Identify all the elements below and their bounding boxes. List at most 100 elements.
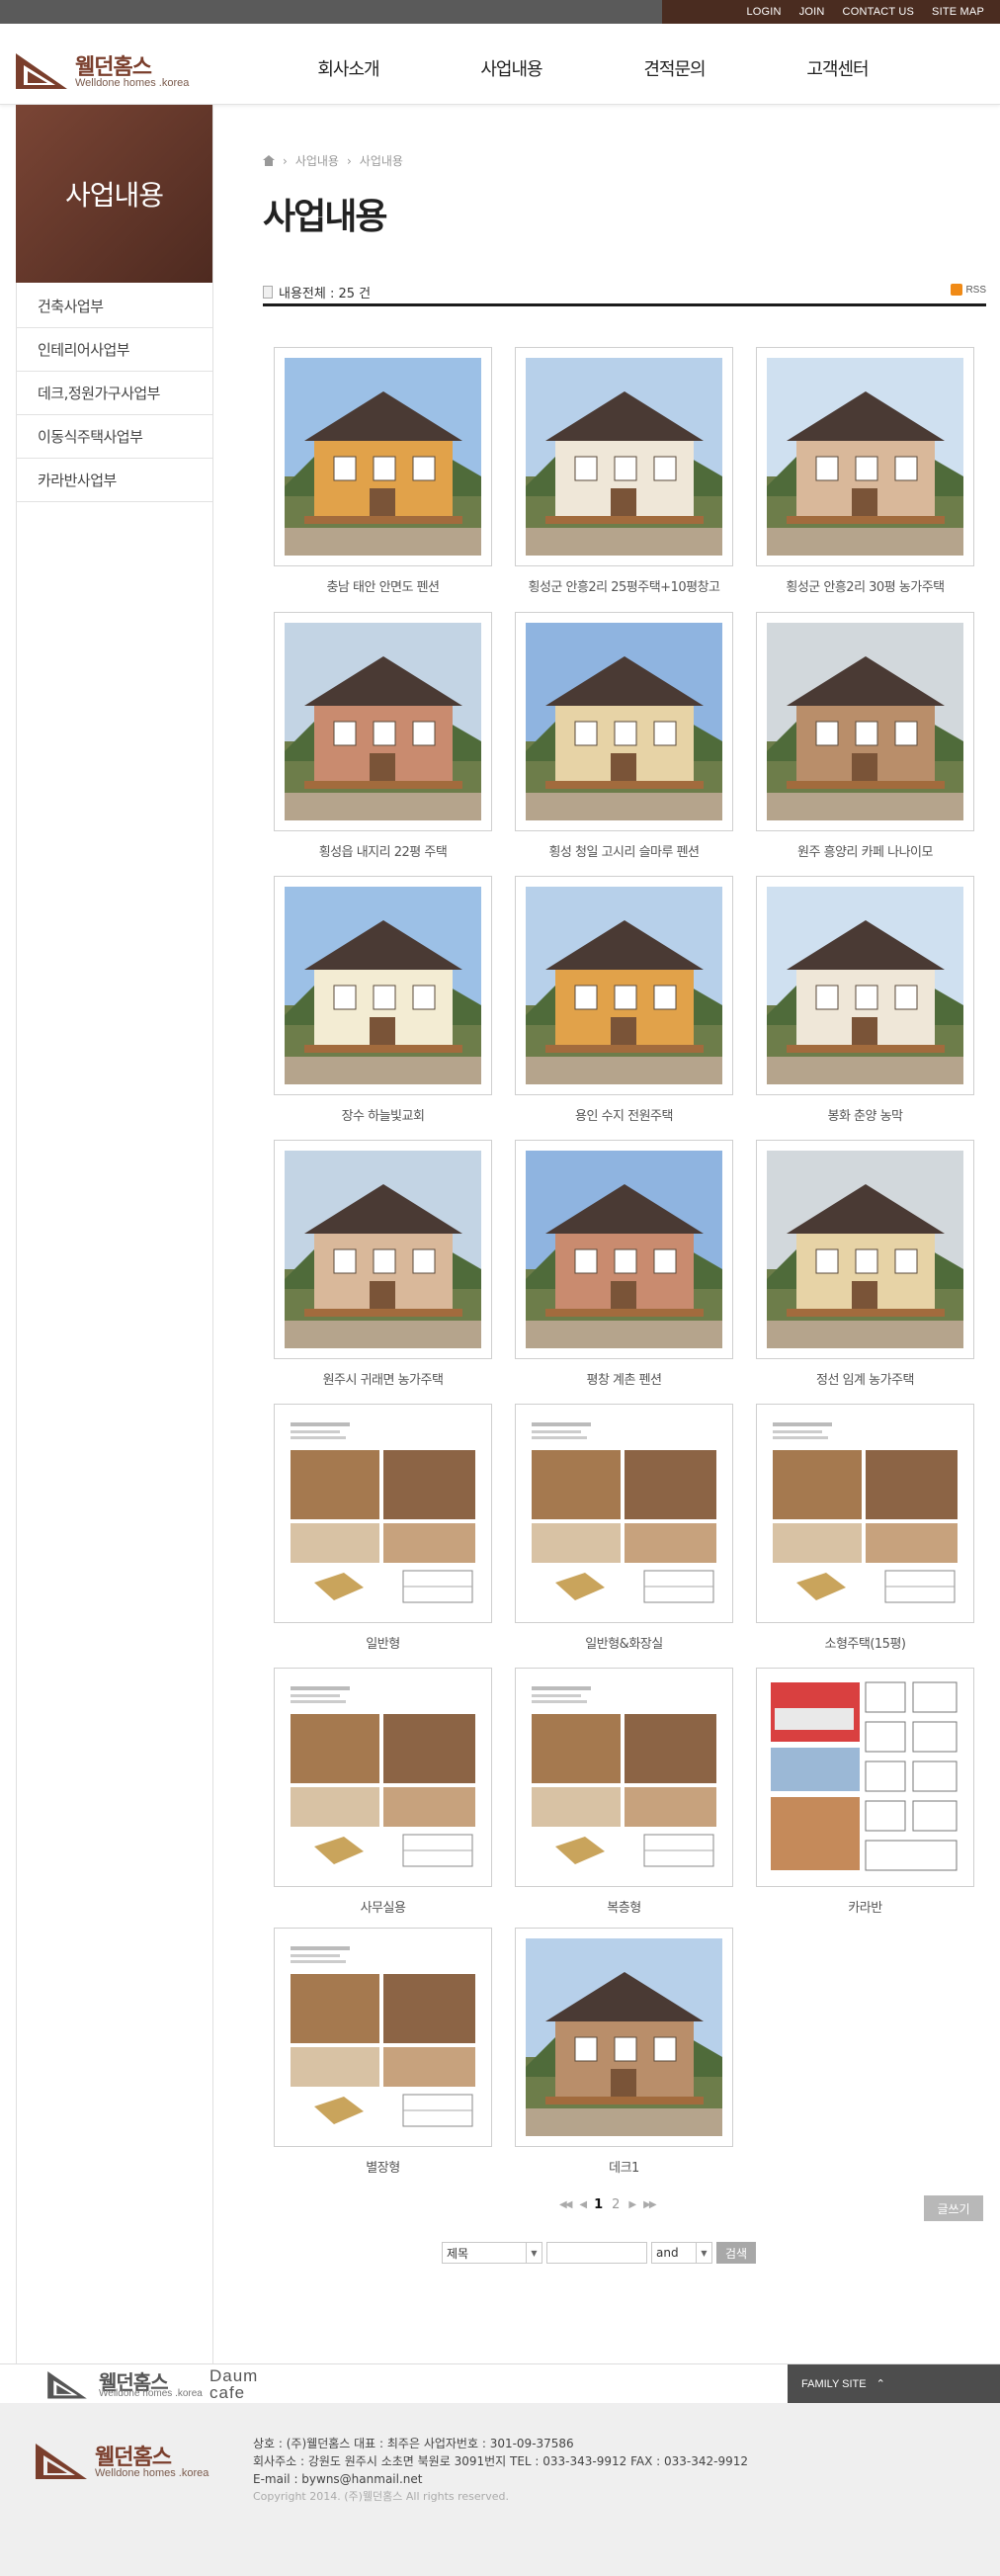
gallery-thumbnail-frame[interactable] [515, 1404, 733, 1623]
gallery-thumbnail-image [285, 887, 481, 1084]
gallery-item-caption[interactable]: 정선 임계 농가주택 [756, 1369, 974, 1388]
gallery-item[interactable]: 일반형&화장실 [515, 1404, 733, 1652]
gallery-item-caption[interactable]: 충남 태안 안면도 펜션 [274, 576, 492, 595]
gallery-thumbnail-image [526, 358, 722, 556]
sidebar-item-caravan[interactable]: 카라반사업부 [16, 459, 212, 502]
sidebar-title: 사업내용 [64, 179, 164, 212]
join-link[interactable]: JOIN [799, 6, 825, 18]
rss-link[interactable]: RSS [951, 284, 986, 296]
brand-logo[interactable]: 웰던홈스 Welldone homes .korea [14, 49, 192, 93]
gallery-item-caption[interactable]: 횡성군 안흥2리 25평주택+10평창고 [515, 576, 733, 595]
gallery-item[interactable]: 장수 하늘빛교회 [274, 876, 492, 1124]
breadcrumb-item[interactable]: 사업내용 [360, 152, 403, 169]
write-button[interactable]: 글쓰기 [924, 2195, 983, 2221]
gallery-thumbnail-frame[interactable] [756, 876, 974, 1095]
gallery-thumbnail-frame[interactable] [756, 1668, 974, 1887]
gallery-thumbnail-image [767, 1151, 963, 1348]
nav-business[interactable]: 사업내용 [430, 55, 593, 81]
gallery-item-caption[interactable]: 횡성군 안흥2리 30평 농가주택 [756, 576, 974, 595]
gallery-item-caption[interactable]: 횡성읍 내지리 22평 주택 [274, 841, 492, 860]
gallery-item-caption[interactable]: 소형주택(15평) [756, 1633, 974, 1652]
prev-page-icon[interactable]: ◀ [579, 2199, 587, 2210]
gallery-thumbnail-frame[interactable] [515, 1140, 733, 1359]
site-map-link[interactable]: SITE MAP [932, 6, 984, 18]
search-button[interactable]: 검색 [716, 2242, 756, 2264]
gallery-item[interactable]: 데크1 [515, 1928, 733, 2176]
gallery-item[interactable]: 횡성군 안흥2리 25평주택+10평창고 [515, 347, 733, 595]
next-page-icon[interactable]: ▶ [628, 2199, 636, 2210]
gallery-item[interactable]: 카라반 [756, 1668, 974, 1916]
sidebar-item-deck-garden[interactable]: 데크,정원가구사업부 [16, 372, 212, 415]
logo-triangle-icon [36, 2444, 87, 2479]
page-number[interactable]: 1 [594, 2197, 603, 2212]
gallery-item[interactable]: 별장형 [274, 1928, 492, 2176]
login-link[interactable]: LOGIN [746, 6, 781, 18]
gallery-item-caption[interactable]: 장수 하늘빛교회 [274, 1105, 492, 1124]
gallery-item[interactable]: 충남 태안 안면도 펜션 [274, 347, 492, 595]
gallery-item-caption[interactable]: 원주시 귀래면 농가주택 [274, 1369, 492, 1388]
gallery-item-caption[interactable]: 일반형 [274, 1633, 492, 1652]
gallery-thumbnail-frame[interactable] [274, 1140, 492, 1359]
gallery-item[interactable]: 횡성읍 내지리 22평 주택 [274, 612, 492, 860]
gallery-item[interactable]: 일반형 [274, 1404, 492, 1652]
gallery-item-caption[interactable]: 데크1 [515, 2157, 733, 2176]
gallery-thumbnail-frame[interactable] [274, 1404, 492, 1623]
sidebar-item-interior[interactable]: 인테리어사업부 [16, 328, 212, 372]
gallery-thumbnail-frame[interactable] [756, 1404, 974, 1623]
search-operator-select[interactable]: and ▼ [651, 2242, 712, 2264]
nav-estimate[interactable]: 견적문의 [593, 55, 756, 81]
gallery-item[interactable]: 소형주택(15평) [756, 1404, 974, 1652]
gallery-item[interactable]: 원주시 귀래면 농가주택 [274, 1140, 492, 1388]
first-page-icon[interactable]: ◀◀ [559, 2199, 572, 2210]
gallery-thumbnail-image [285, 1151, 481, 1348]
gallery-item-caption[interactable]: 원주 흥양리 카페 나나이모 [756, 841, 974, 860]
search-field-select[interactable]: 제목 ▼ [442, 2242, 542, 2264]
gallery-item[interactable]: 정선 임계 농가주택 [756, 1140, 974, 1388]
gallery-thumbnail-frame[interactable] [274, 1668, 492, 1887]
contact-us-link[interactable]: CONTACT US [843, 6, 915, 18]
footer-info-line: 상호 : (주)웰던홈스 대표 : 최주은 사업자번호 : 301-09-375… [253, 2437, 574, 2450]
gallery-item-caption[interactable]: 횡성 청일 고시리 슬마루 펜션 [515, 841, 733, 860]
gallery-item[interactable]: 평창 계촌 펜션 [515, 1140, 733, 1388]
gallery-item[interactable]: 사무실용 [274, 1668, 492, 1916]
gallery-item-caption[interactable]: 별장형 [274, 2157, 492, 2176]
sidebar-item-construction[interactable]: 건축사업부 [16, 285, 212, 328]
gallery-thumbnail-frame[interactable] [274, 1928, 492, 2147]
gallery-item-caption[interactable]: 평창 계촌 펜션 [515, 1369, 733, 1388]
gallery-item[interactable]: 원주 흥양리 카페 나나이모 [756, 612, 974, 860]
gallery-item-caption[interactable]: 일반형&화장실 [515, 1633, 733, 1652]
gallery-thumbnail-frame[interactable] [515, 612, 733, 831]
gallery-item[interactable]: 횡성군 안흥2리 30평 농가주택 [756, 347, 974, 595]
gallery-thumbnail-frame[interactable] [515, 876, 733, 1095]
search-input[interactable] [546, 2242, 647, 2264]
gallery-item-caption[interactable]: 카라반 [756, 1897, 974, 1916]
gallery-thumbnail-frame[interactable] [756, 1140, 974, 1359]
sidebar-item-mobile-home[interactable]: 이동식주택사업부 [16, 415, 212, 459]
gallery-item[interactable]: 용인 수지 전원주택 [515, 876, 733, 1124]
nav-company[interactable]: 회사소개 [267, 55, 430, 81]
page-number[interactable]: 2 [612, 2197, 620, 2212]
gallery-thumbnail-frame[interactable] [756, 612, 974, 831]
nav-customer-center[interactable]: 고객센터 [756, 55, 919, 81]
rss-label: RSS [965, 284, 986, 296]
gallery-item-caption[interactable]: 용인 수지 전원주택 [515, 1105, 733, 1124]
gallery-thumbnail-image [767, 623, 963, 820]
gallery-thumbnail-frame[interactable] [274, 876, 492, 1095]
last-page-icon[interactable]: ▶▶ [643, 2199, 656, 2210]
gallery-thumbnail-frame[interactable] [756, 347, 974, 566]
gallery-item[interactable]: 복층형 [515, 1668, 733, 1916]
family-site-select[interactable]: FAMILY SITE ⌃ [788, 2364, 1000, 2403]
gallery-thumbnail-frame[interactable] [274, 612, 492, 831]
gallery-thumbnail-frame[interactable] [515, 1668, 733, 1887]
breadcrumb-item[interactable]: 사업내용 [295, 152, 339, 169]
gallery-item[interactable]: 봉화 춘양 농막 [756, 876, 974, 1124]
gallery-thumbnail-frame[interactable] [274, 347, 492, 566]
gallery-item-caption[interactable]: 사무실용 [274, 1897, 492, 1916]
daum-cafe-link[interactable]: Daum cafe [209, 2367, 258, 2401]
gallery-thumbnail-frame[interactable] [515, 1928, 733, 2147]
gallery-item-caption[interactable]: 복층형 [515, 1897, 733, 1916]
gallery-item[interactable]: 횡성 청일 고시리 슬마루 펜션 [515, 612, 733, 860]
home-icon[interactable] [263, 155, 275, 166]
gallery-item-caption[interactable]: 봉화 춘양 농막 [756, 1105, 974, 1124]
gallery-thumbnail-frame[interactable] [515, 347, 733, 566]
